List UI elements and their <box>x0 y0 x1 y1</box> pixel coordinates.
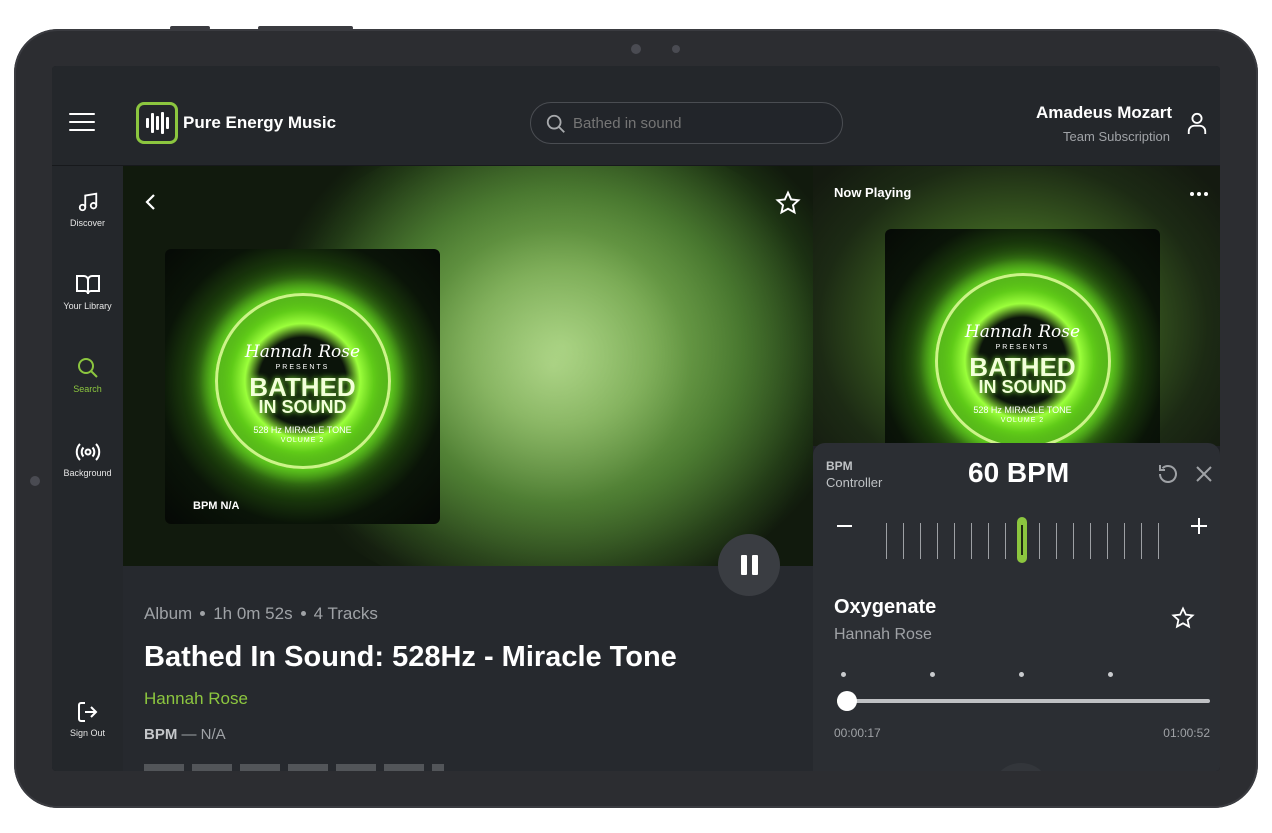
brand-name[interactable]: Pure Energy Music <box>183 113 336 133</box>
bpm-label: BPM <box>144 726 178 743</box>
album-cover[interactable]: Hannah Rose PRESENTS BATHED IN SOUND 528… <box>165 249 440 524</box>
broadcast-icon <box>75 443 100 461</box>
track-artist[interactable]: Hannah Rose <box>834 626 932 644</box>
cover-volume: VOLUME 2 <box>280 437 325 444</box>
menu-icon[interactable] <box>69 113 95 131</box>
cover-presents: PRESENTS <box>275 364 330 371</box>
bpm-controller: BPM Controller 60 BPM Oxygenate Hannah R… <box>813 443 1220 771</box>
app-screen: Pure Energy Music Amadeus Mozart Team Su… <box>52 66 1220 771</box>
sidebar: Discover Your Library Search Background … <box>52 166 123 771</box>
search-box[interactable] <box>530 102 843 144</box>
album-track-count: 4 Tracks <box>313 604 378 623</box>
bpm-slider-handle[interactable] <box>1017 517 1027 563</box>
album-meta: Album 1h 0m 52s 4 Tracks <box>144 604 378 624</box>
top-bar: Pure Energy Music Amadeus Mozart Team Su… <box>52 66 1220 166</box>
bpm-controller-label: BPM <box>826 459 853 473</box>
pause-button[interactable] <box>718 534 780 596</box>
bpm-slider[interactable] <box>886 517 1166 563</box>
subscription-label: Team Subscription <box>1063 129 1170 144</box>
sidebar-item-search[interactable]: Search <box>52 356 123 394</box>
search-icon <box>77 358 98 378</box>
book-icon <box>75 275 100 295</box>
album-bpm: BPM — N/A <box>144 726 226 743</box>
cover-artist: Hannah Rose <box>964 322 1081 342</box>
cover-title-line1: BATHED <box>249 372 356 402</box>
user-icon[interactable] <box>1186 111 1208 135</box>
now-playing-panel: Now Playing Hannah Rose PRESENTS BATHED … <box>813 166 1220 771</box>
close-icon[interactable] <box>1195 465 1213 483</box>
sidebar-item-background[interactable]: Background <box>52 440 123 478</box>
bpm-increase-button[interactable] <box>1191 518 1207 534</box>
bpm-value: 60 BPM <box>968 457 1070 488</box>
sign-out-button[interactable]: Sign Out <box>52 700 123 738</box>
search-icon <box>546 114 565 133</box>
more-options-icon[interactable] <box>1190 192 1208 196</box>
favorite-star-icon[interactable] <box>775 190 801 216</box>
album-artist-link[interactable]: Hannah Rose <box>144 689 248 709</box>
camera <box>631 44 641 54</box>
cover-title-line2: IN SOUND <box>978 377 1067 397</box>
bpm-value: — N/A <box>181 726 226 743</box>
cover-title-line2: IN SOUND <box>258 397 347 417</box>
track-markers <box>841 672 1121 678</box>
album-duration: 1h 0m 52s <box>213 604 293 623</box>
progress-handle[interactable] <box>837 691 857 711</box>
sidebar-item-label: Search <box>73 384 102 394</box>
cover-title-line1: BATHED <box>969 352 1076 382</box>
side-sensor <box>30 476 40 486</box>
back-arrow-icon[interactable] <box>141 192 161 212</box>
sidebar-item-discover[interactable]: Discover <box>52 190 123 228</box>
cover-volume: VOLUME 2 <box>1000 417 1045 424</box>
total-time: 01:00:52 <box>1163 726 1210 740</box>
search-input[interactable] <box>573 111 823 135</box>
sign-out-label: Sign Out <box>69 728 106 738</box>
track-title: Oxygenate <box>834 596 937 618</box>
sign-out-icon <box>77 702 97 722</box>
sidebar-item-label: Background <box>63 468 112 478</box>
progress-bar[interactable] <box>837 691 1210 711</box>
bpm-controller-sublabel: Controller <box>826 475 883 490</box>
now-playing-label: Now Playing <box>834 185 912 200</box>
brand-logo-icon[interactable] <box>136 102 178 144</box>
current-time: 00:00:17 <box>834 726 881 740</box>
music-note-icon <box>78 192 97 212</box>
bpm-decrease-button[interactable] <box>837 525 852 527</box>
album-hero: Hannah Rose PRESENTS BATHED IN SOUND 528… <box>123 166 813 566</box>
cover-bpm: BPM N/A <box>193 500 240 512</box>
cover-artist: Hannah Rose <box>244 342 361 362</box>
user-name: Amadeus Mozart <box>1035 103 1172 122</box>
sidebar-item-label: Discover <box>69 218 105 228</box>
sidebar-item-label: Your Library <box>63 301 112 311</box>
play-button-partial[interactable] <box>991 763 1051 771</box>
cover-presents: PRESENTS <box>995 344 1050 351</box>
cover-subtitle: 528 Hz MIRACLE TONE <box>253 425 352 435</box>
cover-subtitle: 528 Hz MIRACLE TONE <box>973 405 1072 415</box>
separator-dot <box>300 611 306 616</box>
sidebar-item-library[interactable]: Your Library <box>52 273 123 311</box>
separator-dot <box>200 611 206 616</box>
camera-sensor <box>672 45 680 53</box>
album-description-partial <box>144 764 444 771</box>
favorite-star-icon[interactable] <box>1171 606 1195 630</box>
album-info: Album 1h 0m 52s 4 Tracks Bathed In Sound: … <box>123 566 813 771</box>
album-title: Bathed In Sound: 528Hz - Miracle Tone <box>144 641 677 673</box>
reset-icon[interactable] <box>1156 462 1180 486</box>
album-type: Album <box>144 604 193 623</box>
